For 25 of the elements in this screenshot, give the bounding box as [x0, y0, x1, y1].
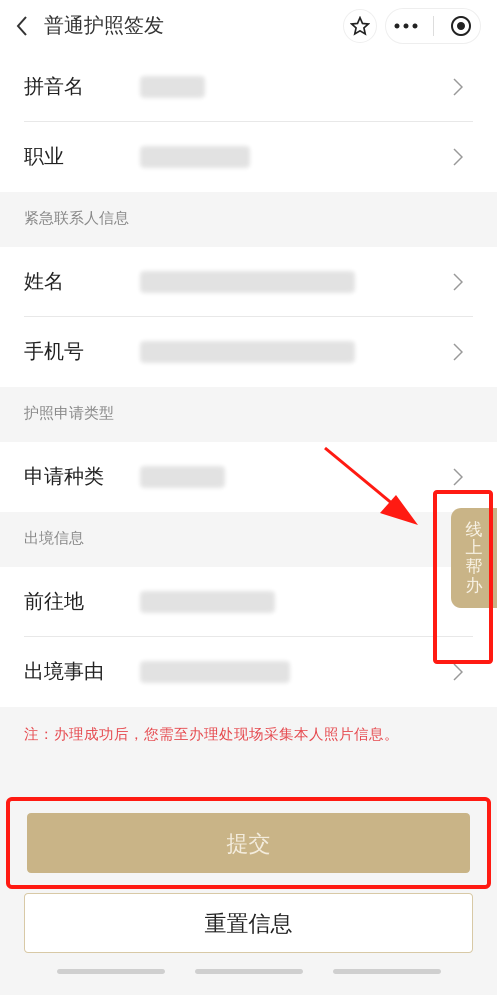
back-icon[interactable] — [16, 16, 28, 36]
chevron-icon[interactable] — [453, 468, 463, 486]
star-icon — [350, 16, 370, 36]
chevron-icon[interactable] — [453, 273, 463, 291]
favorite-button[interactable] — [343, 9, 377, 43]
more-icon[interactable] — [394, 23, 418, 29]
field-label: 姓名 — [24, 270, 65, 295]
field-label: 手机号 — [24, 340, 85, 365]
field-label: 拼音名 — [24, 75, 85, 100]
chevron-icon[interactable] — [453, 148, 463, 166]
field-label: 前往地 — [24, 590, 85, 615]
reset-button[interactable]: 重置信息 — [24, 893, 473, 953]
help-tab[interactable]: 线上帮办 — [451, 508, 497, 608]
field-label: 出境事由 — [24, 660, 105, 685]
section-header: 紧急联系人信息 — [24, 209, 129, 230]
section-header: 护照申请类型 — [24, 404, 114, 424]
chevron-icon[interactable] — [453, 343, 463, 361]
section-header: 出境信息 — [24, 529, 84, 550]
note-text: 注：办理成功后，您需至办理处现场采集本人照片信息。 — [24, 726, 400, 745]
submit-button[interactable]: 提交 — [27, 813, 470, 873]
field-label: 职业 — [24, 145, 65, 170]
chevron-icon[interactable] — [453, 78, 463, 96]
field-label: 申请种类 — [24, 465, 105, 490]
chevron-icon[interactable] — [453, 663, 463, 681]
page-title: 普通护照签发 — [44, 14, 164, 39]
